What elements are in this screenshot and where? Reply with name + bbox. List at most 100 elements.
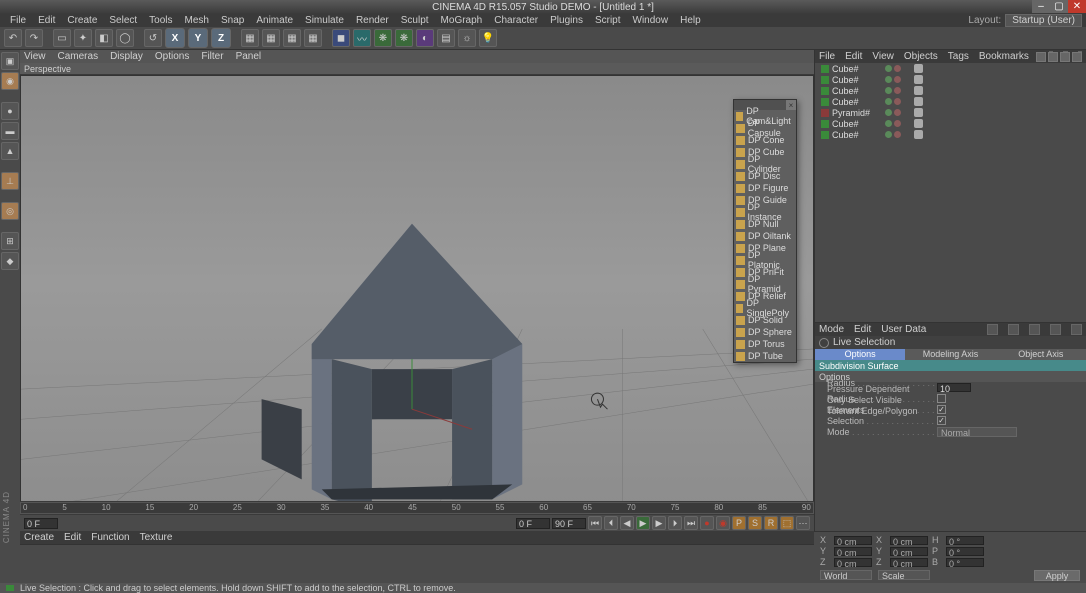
timeline[interactable]: 0510 152025 303540 455055 606570 758085 … <box>20 501 814 515</box>
render-view-button[interactable]: ▦ <box>241 29 259 47</box>
menu-window[interactable]: Window <box>627 15 675 26</box>
menu-mograph[interactable]: MoGraph <box>435 15 489 26</box>
object-row[interactable]: Pyramid# <box>815 107 1086 118</box>
menu-edit[interactable]: Edit <box>32 15 61 26</box>
phong-tag-icon[interactable] <box>914 130 923 139</box>
cube-primitive-button[interactable]: ◼ <box>332 29 350 47</box>
attr-mode[interactable]: Mode <box>819 324 844 335</box>
menu-plugins[interactable]: Plugins <box>544 15 589 26</box>
size-y-field[interactable]: 0 cm <box>890 547 928 556</box>
vp-nav-icon[interactable] <box>1048 52 1058 62</box>
phong-tag-icon[interactable] <box>914 108 923 117</box>
menu-help[interactable]: Help <box>674 15 707 26</box>
size-z-field[interactable]: 0 cm <box>890 558 928 567</box>
snap-button[interactable]: ⊞ <box>1 232 19 250</box>
attr-nav-icon[interactable] <box>987 324 998 335</box>
edge-mode-button[interactable]: ▬ <box>1 122 19 140</box>
key-rot-button[interactable]: R <box>764 516 778 530</box>
render-region-button[interactable]: ▦ <box>304 29 322 47</box>
popup-item[interactable]: DP Torus <box>734 338 796 350</box>
minimize-button[interactable]: – <box>1032 0 1050 13</box>
prev-key-button[interactable]: ⏴ <box>604 516 618 530</box>
popup-item[interactable]: DP Tube <box>734 350 796 362</box>
spline-button[interactable]: 〰 <box>353 29 371 47</box>
vp-menu-cameras[interactable]: Cameras <box>58 51 99 62</box>
object-row[interactable]: Cube# <box>815 96 1086 107</box>
z-axis-toggle[interactable]: Z <box>211 28 231 48</box>
generator-button[interactable]: ❋ <box>374 29 392 47</box>
scale-tool[interactable]: ◧ <box>95 29 113 47</box>
menu-create[interactable]: Create <box>61 15 103 26</box>
autokey-button[interactable]: ◉ <box>716 516 730 530</box>
tab-modeling-axis[interactable]: Modeling Axis <box>905 349 995 360</box>
render-picture-button[interactable]: ▦ <box>262 29 280 47</box>
model-mode-button[interactable]: ▣ <box>1 52 19 70</box>
next-frame-button[interactable]: ▶ <box>652 516 666 530</box>
pos-x-field[interactable]: 0 cm <box>834 536 872 545</box>
rot-p-field[interactable]: 0 ° <box>946 547 984 556</box>
coord-mode-dropdown[interactable]: World <box>820 570 872 580</box>
polygon-mode-button[interactable]: ▲ <box>1 142 19 160</box>
camera-button[interactable]: ▤ <box>437 29 455 47</box>
menu-simulate[interactable]: Simulate <box>299 15 350 26</box>
object-row[interactable]: Cube# <box>815 118 1086 129</box>
current-frame-field[interactable]: 0 F <box>516 518 550 529</box>
popup-item[interactable]: DP Pyramid <box>734 278 796 290</box>
y-axis-toggle[interactable]: Y <box>188 28 208 48</box>
visible-checkbox[interactable]: ✓ <box>937 405 946 414</box>
pressure-checkbox[interactable] <box>937 394 946 403</box>
popup-item[interactable]: DP Sphere <box>734 326 796 338</box>
x-axis-toggle[interactable]: X <box>165 28 185 48</box>
apply-button[interactable]: Apply <box>1034 570 1080 581</box>
recent-tool[interactable]: ↺ <box>144 29 162 47</box>
select-tool[interactable]: ▭ <box>53 29 71 47</box>
mat-texture[interactable]: Texture <box>140 532 173 543</box>
menu-render[interactable]: Render <box>350 15 395 26</box>
prev-frame-button[interactable]: ◀ <box>620 516 634 530</box>
workplane-button[interactable]: ◆ <box>1 252 19 270</box>
mode-dropdown[interactable]: Normal <box>937 427 1017 437</box>
next-key-button[interactable]: ⏵ <box>668 516 682 530</box>
deformer-button[interactable]: ❋ <box>395 29 413 47</box>
key-options-button[interactable]: ⋯ <box>796 516 810 530</box>
attr-subtab[interactable]: Subdivision Surface <box>815 360 1086 371</box>
phong-tag-icon[interactable] <box>914 97 923 106</box>
goto-start-button[interactable]: ⏮ <box>588 516 602 530</box>
object-tree[interactable]: Cube# Cube# Cube# Cube# Pyramid# Cube# C… <box>815 63 1086 323</box>
point-mode-button[interactable]: ● <box>1 102 19 120</box>
vp-nav-icon[interactable] <box>1036 52 1046 62</box>
vp-menu-view[interactable]: View <box>24 51 46 62</box>
object-row[interactable]: Cube# <box>815 85 1086 96</box>
mat-function[interactable]: Function <box>91 532 129 543</box>
redo-button[interactable]: ↷ <box>25 29 43 47</box>
axis-mode-button[interactable]: ⊥ <box>1 172 19 190</box>
attr-userdata[interactable]: User Data <box>881 324 926 335</box>
om-file[interactable]: File <box>819 51 835 62</box>
maximize-button[interactable]: ▢ <box>1050 0 1068 13</box>
tab-options[interactable]: Options <box>815 349 905 360</box>
pos-y-field[interactable]: 0 cm <box>834 547 872 556</box>
rot-b-field[interactable]: 0 ° <box>946 558 984 567</box>
menu-select[interactable]: Select <box>103 15 143 26</box>
layout-dropdown[interactable]: Startup (User) <box>1005 14 1082 27</box>
attr-nav-icon[interactable] <box>1029 324 1040 335</box>
popup-item[interactable]: DP Figure <box>734 182 796 194</box>
start-frame-field[interactable]: 0 F <box>24 518 58 529</box>
om-edit[interactable]: Edit <box>845 51 862 62</box>
tolerant-checkbox[interactable]: ✓ <box>937 416 946 425</box>
popup-item[interactable]: DP SinglePoly <box>734 302 796 314</box>
attr-nav-icon[interactable] <box>1071 324 1082 335</box>
move-tool[interactable]: ✦ <box>74 29 92 47</box>
environment-button[interactable]: ◐ <box>416 29 434 47</box>
phong-tag-icon[interactable] <box>914 75 923 84</box>
menu-tools[interactable]: Tools <box>143 15 178 26</box>
menu-script[interactable]: Script <box>589 15 627 26</box>
menu-animate[interactable]: Animate <box>250 15 299 26</box>
menu-sculpt[interactable]: Sculpt <box>395 15 435 26</box>
close-button[interactable]: ✕ <box>1068 0 1086 13</box>
popup-item[interactable]: DP Oiltank <box>734 230 796 242</box>
undo-button[interactable]: ↶ <box>4 29 22 47</box>
rot-h-field[interactable]: 0 ° <box>946 536 984 545</box>
attr-nav-icon[interactable] <box>1050 324 1061 335</box>
tab-object-axis[interactable]: Object Axis <box>996 349 1086 360</box>
